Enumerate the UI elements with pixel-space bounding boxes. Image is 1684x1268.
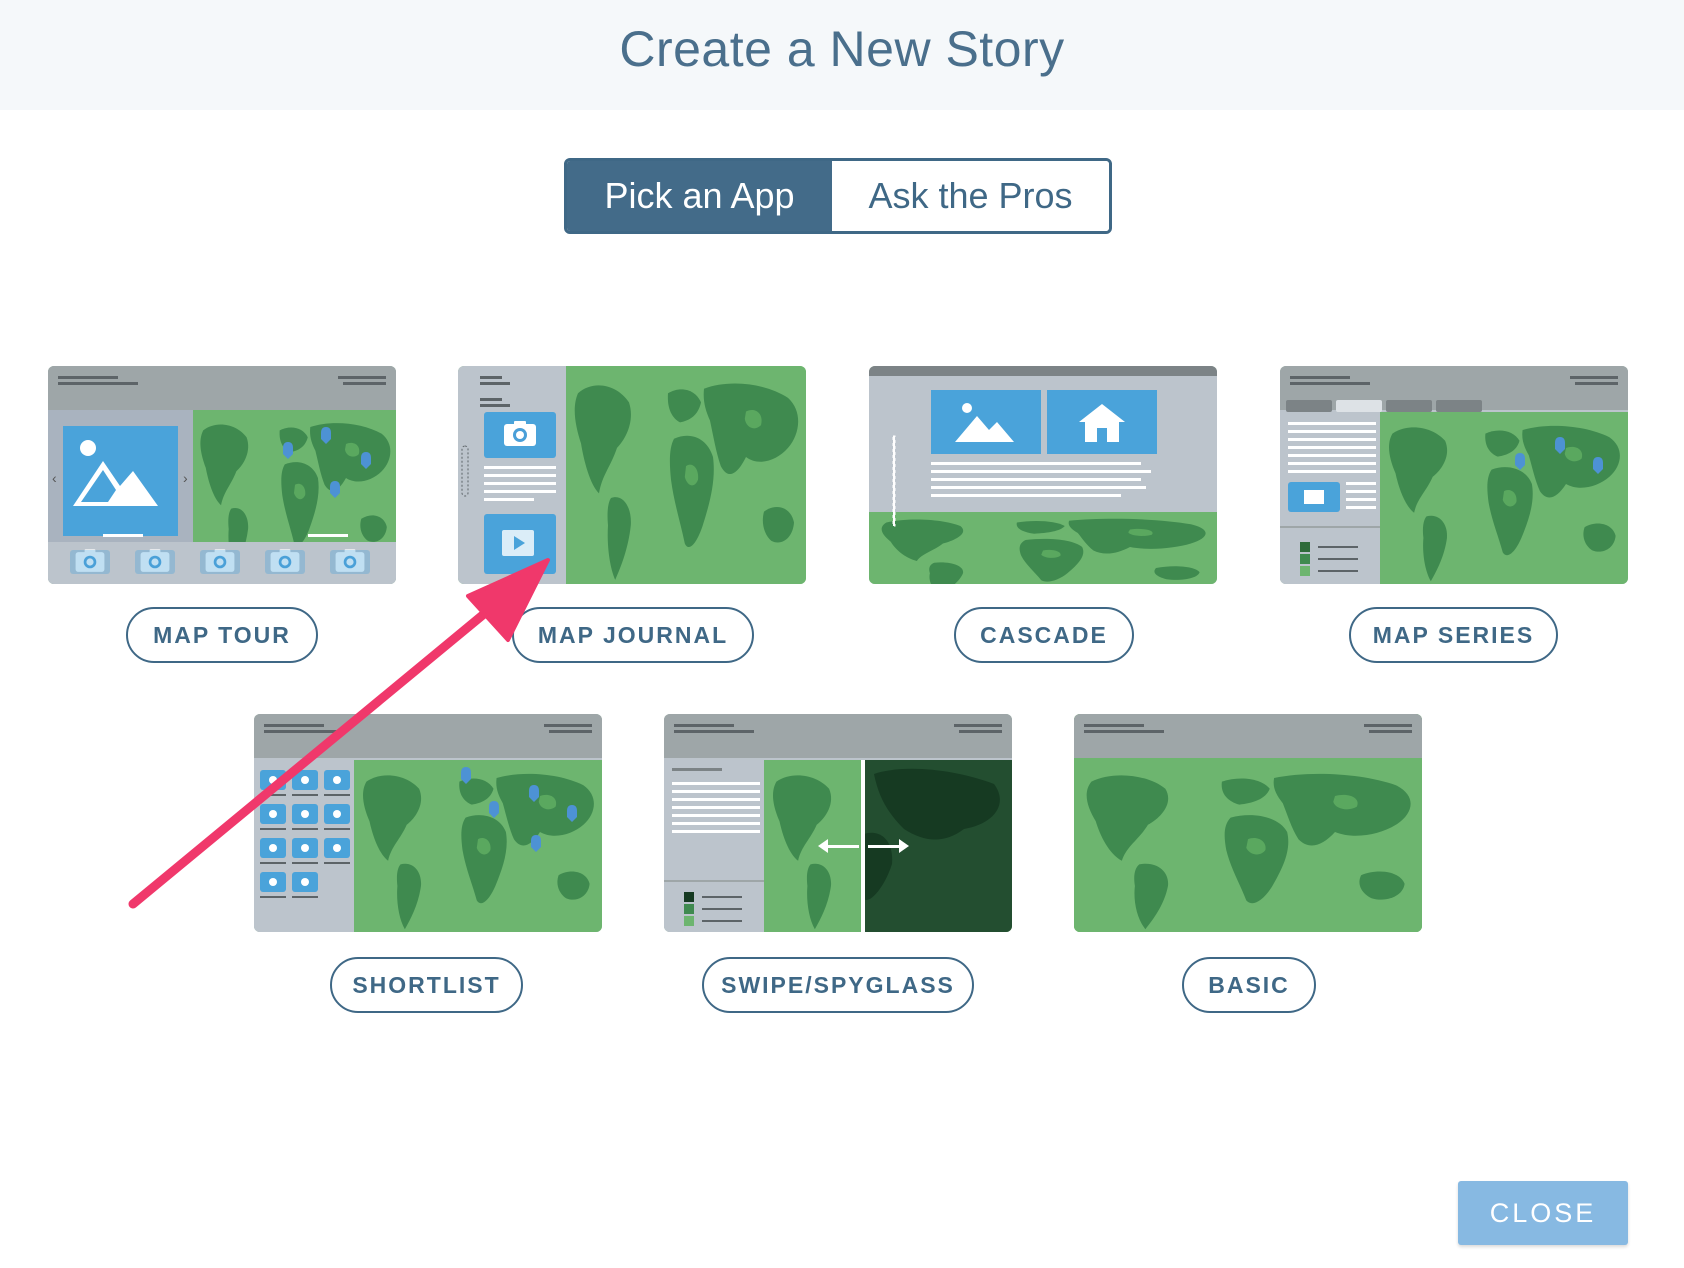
- svg-text:›: ›: [183, 470, 188, 486]
- map-series-thumbnail[interactable]: [1280, 366, 1628, 584]
- basic-button[interactable]: BASIC: [1182, 957, 1316, 1013]
- map-journal-thumbnail[interactable]: [458, 366, 806, 584]
- mode-toggle: Pick an App Ask the Pros: [564, 158, 1112, 234]
- swipe-spyglass-button[interactable]: SWIPE/SPYGLASS: [702, 957, 974, 1013]
- basic-thumbnail[interactable]: [1074, 714, 1422, 932]
- tab-pick-an-app[interactable]: Pick an App: [567, 161, 832, 231]
- map-tour-thumbnail[interactable]: ‹ ›: [48, 366, 396, 584]
- map-journal-button[interactable]: MAP JOURNAL: [512, 607, 754, 663]
- dialog-header: Create a New Story: [0, 0, 1684, 110]
- dialog-title: Create a New Story: [619, 21, 1065, 77]
- cascade-thumbnail[interactable]: [869, 366, 1217, 584]
- map-tour-button[interactable]: MAP TOUR: [126, 607, 318, 663]
- map-series-button[interactable]: MAP SERIES: [1349, 607, 1558, 663]
- tab-ask-the-pros[interactable]: Ask the Pros: [832, 161, 1109, 231]
- cascade-button[interactable]: CASCADE: [954, 607, 1134, 663]
- shortlist-button[interactable]: SHORTLIST: [330, 957, 523, 1013]
- close-button[interactable]: CLOSE: [1458, 1181, 1628, 1245]
- shortlist-thumbnail[interactable]: [254, 714, 602, 932]
- svg-text:‹: ‹: [52, 470, 57, 486]
- swipe-spyglass-thumbnail[interactable]: [664, 714, 1012, 932]
